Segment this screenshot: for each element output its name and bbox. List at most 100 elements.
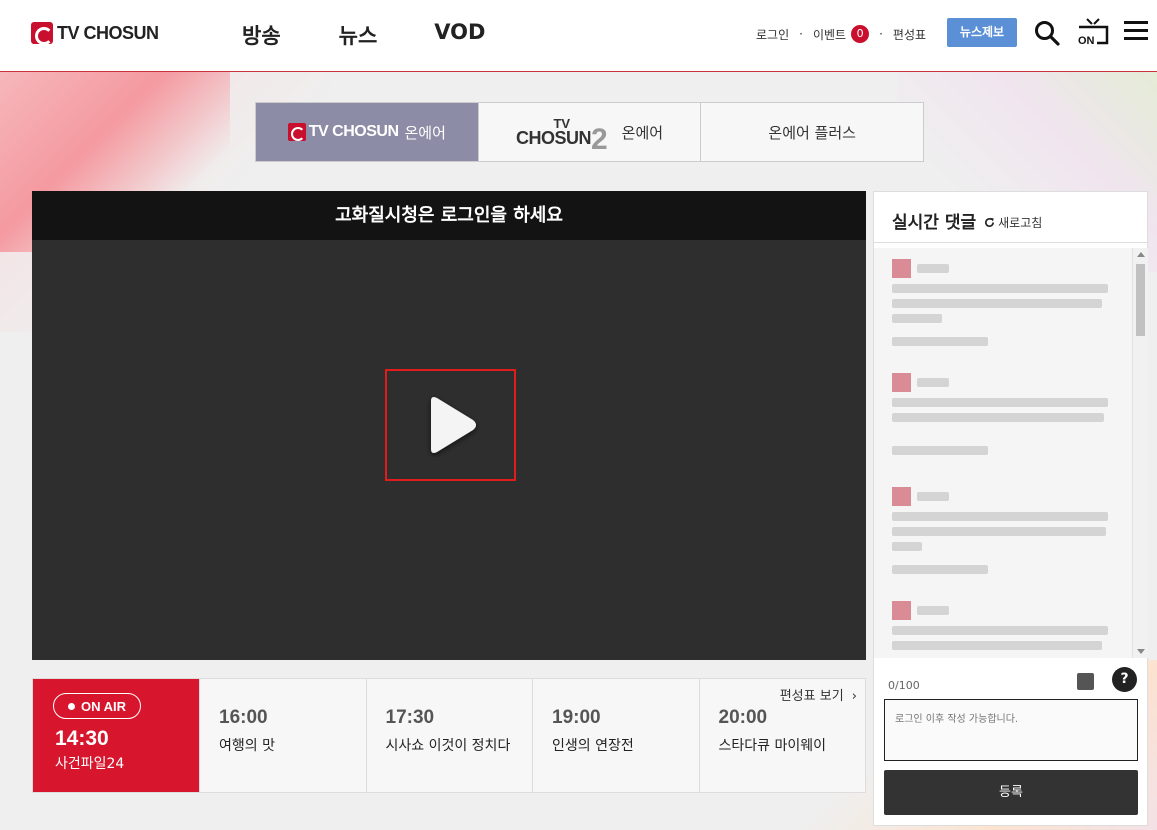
avatar bbox=[892, 372, 911, 392]
avatar bbox=[892, 600, 911, 620]
blurred-text bbox=[892, 413, 1104, 422]
schedule-slot[interactable]: 19:00 인생의 연장전 bbox=[532, 679, 699, 792]
schedule-view-link[interactable]: 편성표 보기 › bbox=[780, 685, 857, 704]
schedule-slot[interactable]: 편성표 보기 › 20:00 스타다큐 마이웨이 bbox=[698, 679, 866, 792]
comment-input[interactable] bbox=[884, 699, 1138, 761]
avatar bbox=[892, 486, 911, 506]
tab-tvchosun2-onair[interactable]: TV CHOSUN2 온에어 bbox=[479, 103, 702, 161]
tab-onair-plus[interactable]: 온에어 플러스 bbox=[701, 103, 923, 161]
onair-current[interactable]: ON AIR 14:30 사건파일24 bbox=[33, 679, 199, 792]
logo-number: 2 bbox=[590, 123, 608, 157]
list-item bbox=[874, 590, 1148, 658]
slot-time: 16:00 bbox=[219, 707, 268, 728]
blurred-username bbox=[917, 263, 949, 273]
blurred-username bbox=[917, 491, 949, 501]
blurred-username bbox=[917, 377, 949, 387]
comments-title: 실시간 댓글 bbox=[892, 213, 977, 233]
list-item bbox=[874, 362, 1148, 476]
refresh-icon bbox=[985, 217, 995, 227]
blurred-text bbox=[892, 542, 922, 551]
avatar bbox=[892, 258, 911, 278]
slot-program: 스타다큐 마이웨이 bbox=[718, 738, 827, 754]
submit-button[interactable]: 등록 bbox=[884, 770, 1138, 815]
site-logo[interactable]: TV CHOSUN bbox=[31, 22, 159, 45]
utility-links: 로그인 · 이벤트 0 · 편성표 bbox=[756, 25, 926, 43]
tab-tvchosun-onair[interactable]: TV CHOSUN 온에어 bbox=[256, 103, 479, 161]
blurred-text bbox=[892, 641, 1102, 650]
news-tip-button[interactable]: 뉴스제보 bbox=[947, 18, 1017, 47]
current-time: 14:30 bbox=[55, 727, 109, 750]
comment-scrollbar[interactable] bbox=[1132, 248, 1148, 658]
on-label: ON bbox=[1078, 35, 1095, 47]
live-comments-panel: 실시간 댓글 새로고침 0/100 ? 로그인 이후 작성 가능합니다. 등록 bbox=[873, 191, 1148, 826]
tv-on-icon[interactable]: ON bbox=[1077, 17, 1109, 47]
video-player[interactable]: 고화질시청은 로그인을 하세요 bbox=[32, 191, 866, 660]
comment-list[interactable] bbox=[874, 248, 1148, 658]
onair-label: ON AIR bbox=[81, 698, 127, 714]
scroll-down-icon[interactable] bbox=[1137, 649, 1145, 654]
blurred-username bbox=[917, 605, 949, 615]
nav-news[interactable]: 뉴스 bbox=[339, 20, 378, 50]
login-link[interactable]: 로그인 bbox=[756, 26, 789, 43]
slot-program: 여행의 맛 bbox=[219, 738, 275, 754]
blurred-text bbox=[892, 398, 1108, 407]
site-header: TV CHOSUN 방송 뉴스 VOD 로그인 · 이벤트 0 · 편성표 뉴스… bbox=[0, 0, 1157, 72]
tab-logo-text: TV CHOSUN bbox=[308, 123, 399, 140]
logo-icon bbox=[287, 123, 306, 141]
slot-time: 17:30 bbox=[385, 707, 435, 728]
refresh-button[interactable]: 새로고침 bbox=[984, 214, 1042, 231]
play-icon bbox=[430, 397, 476, 453]
tvchosun-logo: TV CHOSUN bbox=[287, 123, 399, 141]
comments-header: 실시간 댓글 새로고침 bbox=[874, 192, 1147, 243]
schedule-slot[interactable]: 16:00 여행의 맛 bbox=[199, 679, 366, 792]
onair-badge: ON AIR bbox=[53, 693, 142, 719]
slot-program: 시사쇼 이것이 정치다 bbox=[385, 738, 511, 754]
list-item bbox=[874, 476, 1148, 590]
blurred-date bbox=[892, 337, 988, 346]
blurred-text bbox=[892, 626, 1108, 635]
logo-big-text: CHOSUN bbox=[515, 127, 592, 148]
tab-label: 온에어 플러스 bbox=[768, 123, 856, 142]
scroll-up-icon[interactable] bbox=[1137, 252, 1145, 257]
search-icon[interactable] bbox=[1034, 20, 1060, 46]
login-banner[interactable]: 고화질시청은 로그인을 하세요 bbox=[32, 191, 866, 240]
event-link[interactable]: 이벤트 bbox=[813, 26, 846, 43]
logo-text: TV CHOSUN bbox=[57, 22, 159, 43]
channel-tabs: TV CHOSUN 온에어 TV CHOSUN2 온에어 온에어 플러스 bbox=[255, 102, 924, 162]
tab-label: 온에어 bbox=[404, 123, 446, 142]
schedule-strip: ON AIR 14:30 사건파일24 16:00 여행의 맛 17:30 시사… bbox=[32, 678, 866, 793]
event-count-badge: 0 bbox=[851, 25, 870, 43]
char-counter: 0/100 bbox=[888, 679, 920, 692]
live-dot-icon bbox=[68, 702, 75, 710]
scroll-thumb[interactable] bbox=[1136, 264, 1145, 336]
help-button[interactable]: ? bbox=[1112, 667, 1137, 692]
refresh-label: 새로고침 bbox=[998, 216, 1043, 230]
emoticon-icon[interactable] bbox=[1077, 673, 1094, 690]
nav-vod[interactable]: VOD bbox=[434, 20, 485, 50]
tvchosun2-logo: TV CHOSUN2 bbox=[515, 116, 608, 154]
blurred-text bbox=[892, 284, 1108, 293]
schedule-slot[interactable]: 17:30 시사쇼 이것이 정치다 bbox=[365, 679, 533, 792]
schedule-link-label: 편성표 보기 bbox=[779, 689, 844, 704]
blurred-text bbox=[892, 299, 1102, 308]
tab-label: 온에어 bbox=[621, 123, 664, 142]
main-nav: 방송 뉴스 VOD bbox=[242, 20, 485, 50]
current-program: 사건파일24 bbox=[55, 756, 125, 772]
logo-icon bbox=[31, 22, 53, 45]
play-button[interactable] bbox=[385, 369, 516, 481]
blurred-date bbox=[892, 446, 988, 455]
blurred-text bbox=[892, 512, 1108, 521]
chevron-right-icon: › bbox=[851, 689, 857, 704]
list-item bbox=[874, 248, 1148, 362]
blurred-text bbox=[892, 314, 942, 323]
slot-time: 20:00 bbox=[718, 707, 768, 728]
schedule-link[interactable]: 편성표 bbox=[893, 26, 926, 43]
slot-time: 19:00 bbox=[552, 707, 601, 728]
slot-program: 인생의 연장전 bbox=[552, 738, 634, 754]
nav-broadcast[interactable]: 방송 bbox=[242, 20, 281, 50]
blurred-date bbox=[892, 565, 988, 574]
separator: · bbox=[879, 27, 883, 41]
blurred-text bbox=[892, 527, 1106, 536]
hamburger-menu-icon[interactable] bbox=[1124, 21, 1148, 41]
separator: · bbox=[799, 27, 803, 41]
